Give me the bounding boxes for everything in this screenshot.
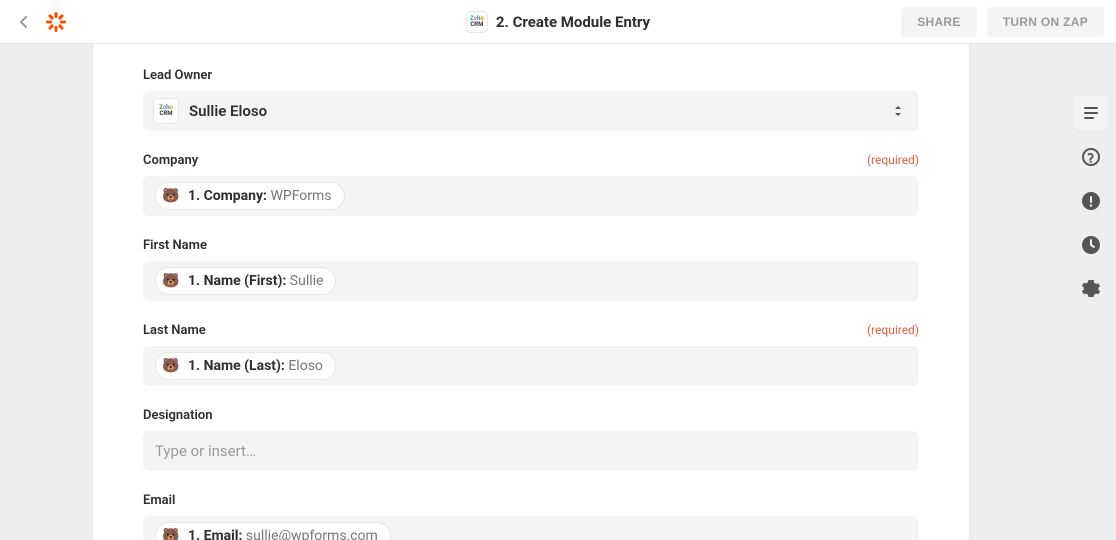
help-button[interactable] (1074, 140, 1108, 174)
field-designation: Designation Type or insert… (143, 408, 919, 471)
step-title: 2. Create Module Entry (496, 13, 650, 31)
field-email: Email 🐻 1. Email: sullie@wpforms.com (143, 493, 919, 540)
wpforms-icon: 🐻 (162, 527, 180, 540)
form-panel: Lead Owner ZohoCRM Sullie Eloso Company … (92, 44, 970, 540)
field-label: Lead Owner (143, 68, 212, 83)
company-input[interactable]: 🐻 1. Company: WPForms (143, 176, 919, 216)
outline-button[interactable] (1074, 96, 1108, 130)
token-label: 1. Email: (188, 528, 242, 540)
field-token[interactable]: 🐻 1. Company: WPForms (155, 182, 345, 210)
zoho-crm-badge-icon: ZohoCRM (153, 98, 179, 124)
history-button[interactable] (1074, 228, 1108, 262)
header-center: ZohoCRM 2. Create Module Entry (466, 11, 650, 33)
token-label: 1. Name (Last): (188, 358, 285, 374)
gear-icon (1081, 279, 1101, 299)
required-badge: (required) (867, 323, 919, 337)
header-left (12, 10, 68, 34)
sort-arrows-icon (893, 104, 903, 118)
alert-icon (1081, 191, 1101, 211)
settings-button[interactable] (1074, 272, 1108, 306)
placeholder-text: Type or insert… (155, 442, 256, 460)
back-button[interactable] (12, 10, 36, 34)
field-label: First Name (143, 238, 207, 253)
clock-icon (1081, 235, 1101, 255)
email-input[interactable]: 🐻 1. Email: sullie@wpforms.com (143, 516, 919, 540)
first-name-input[interactable]: 🐻 1. Name (First): Sullie (143, 261, 919, 301)
zoho-crm-badge-icon: ZohoCRM (466, 11, 488, 33)
field-label: Last Name (143, 323, 206, 338)
alert-button[interactable] (1074, 184, 1108, 218)
wpforms-icon: 🐻 (162, 357, 180, 375)
field-lead-owner: Lead Owner ZohoCRM Sullie Eloso (143, 68, 919, 131)
field-label: Designation (143, 408, 213, 423)
field-token[interactable]: 🐻 1. Name (First): Sullie (155, 267, 336, 295)
wpforms-icon: 🐻 (162, 187, 180, 205)
stage: Lead Owner ZohoCRM Sullie Eloso Company … (0, 44, 1116, 540)
token-label: 1. Company: (188, 188, 267, 204)
turn-on-zap-button[interactable]: TURN ON ZAP (987, 7, 1104, 37)
field-label: Company (143, 153, 198, 168)
required-badge: (required) (867, 153, 919, 167)
zapier-logo-icon (44, 10, 68, 34)
field-token[interactable]: 🐻 1. Email: sullie@wpforms.com (155, 522, 391, 540)
field-label: Email (143, 493, 175, 508)
field-token[interactable]: 🐻 1. Name (Last): Eloso (155, 352, 336, 380)
designation-input[interactable]: Type or insert… (143, 431, 919, 471)
token-value: WPForms (270, 188, 331, 204)
token-value: Sullie (290, 273, 324, 289)
field-first-name: First Name 🐻 1. Name (First): Sullie (143, 238, 919, 301)
outline-icon (1082, 104, 1100, 122)
last-name-input[interactable]: 🐻 1. Name (Last): Eloso (143, 346, 919, 386)
field-last-name: Last Name (required) 🐻 1. Name (Last): E… (143, 323, 919, 386)
select-value: ZohoCRM Sullie Eloso (153, 98, 267, 124)
help-icon (1081, 147, 1101, 167)
token-label: 1. Name (First): (188, 273, 286, 289)
share-button[interactable]: SHARE (901, 7, 977, 37)
chevron-left-icon (19, 15, 29, 29)
right-rail (1074, 96, 1108, 306)
lead-owner-value: Sullie Eloso (189, 102, 267, 120)
app-header: ZohoCRM 2. Create Module Entry SHARE TUR… (0, 0, 1116, 44)
wpforms-icon: 🐻 (162, 272, 180, 290)
token-value: sullie@wpforms.com (246, 528, 378, 540)
lead-owner-select[interactable]: ZohoCRM Sullie Eloso (143, 91, 919, 131)
field-company: Company (required) 🐻 1. Company: WPForms (143, 153, 919, 216)
token-value: Eloso (288, 358, 323, 374)
header-right: SHARE TURN ON ZAP (901, 7, 1104, 37)
